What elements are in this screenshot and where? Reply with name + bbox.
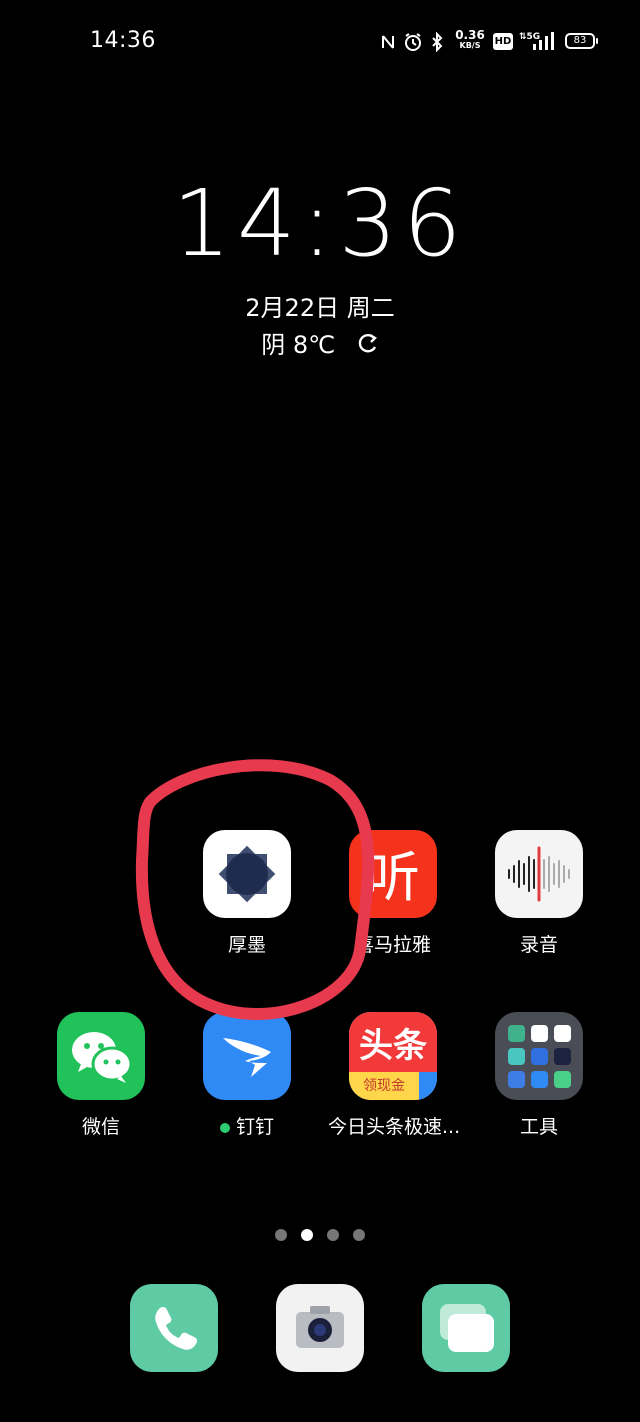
phone-icon[interactable] xyxy=(130,1284,218,1372)
ximalaya-app-icon[interactable]: 听 xyxy=(349,830,437,918)
status-time: 14:36 xyxy=(90,28,156,53)
svg-text:⇅5G: ⇅5G xyxy=(519,32,540,42)
app-recorder[interactable]: 录音 xyxy=(474,830,604,957)
app-dingtalk[interactable]: 钉钉 xyxy=(182,1012,312,1139)
nfc-icon xyxy=(380,31,396,53)
update-dot xyxy=(219,1122,230,1133)
app-label: 微信 xyxy=(81,1116,120,1138)
hd-badge: HD xyxy=(493,33,513,50)
weather-text: 阴 8℃ xyxy=(261,331,336,359)
bluetooth-icon xyxy=(430,31,444,53)
page-dot[interactable] xyxy=(353,1229,365,1241)
camera-icon[interactable] xyxy=(276,1284,364,1372)
refresh-icon[interactable] xyxy=(357,332,379,360)
app-label: 厚墨 xyxy=(227,934,266,956)
app-wechat[interactable]: 微信 xyxy=(36,1012,166,1139)
svg-text:听: 听 xyxy=(366,846,420,909)
app-tools-folder[interactable]: 工具 xyxy=(474,1012,604,1139)
signal-5g-icon: ⇅5G xyxy=(519,30,557,52)
app-label: 工具 xyxy=(519,1116,558,1138)
clock-widget-time[interactable]: 14:36 xyxy=(0,170,640,277)
lightning-icon xyxy=(419,1072,437,1100)
page-dot[interactable] xyxy=(327,1229,339,1241)
app-label: 喜马拉雅 xyxy=(354,934,431,956)
app-toutiao[interactable]: 头条 领现金 今日头条极速... xyxy=(328,1012,461,1139)
page-dot[interactable] xyxy=(275,1229,287,1241)
network-speed: 0.36 KB/S xyxy=(454,28,486,51)
app-label-text: 钉钉 xyxy=(235,1116,274,1138)
alarm-icon xyxy=(403,31,423,53)
net-speed-value: 0.36 xyxy=(455,28,485,42)
messages-icon[interactable] xyxy=(422,1284,510,1372)
app-label: 钉钉 xyxy=(182,1112,312,1139)
toutiao-app-icon[interactable]: 头条 领现金 xyxy=(349,1012,437,1100)
toutiao-logo-text: 头条 xyxy=(349,1012,437,1072)
weather-widget[interactable]: 阴 8℃ xyxy=(0,325,640,360)
app-label: 录音 xyxy=(519,934,558,956)
tools-folder-icon[interactable] xyxy=(495,1012,583,1100)
app-ximalaya[interactable]: 听 喜马拉雅 xyxy=(328,830,458,957)
wechat-app-icon[interactable] xyxy=(57,1012,145,1100)
recorder-app-icon[interactable] xyxy=(495,830,583,918)
app-houmo[interactable]: 厚墨 xyxy=(182,830,312,957)
clock-widget-date[interactable]: 2月22日 周二 xyxy=(0,288,640,323)
toutiao-badge-text: 领现金 xyxy=(349,1072,419,1100)
page-dot-active[interactable] xyxy=(301,1229,313,1241)
houmo-app-icon[interactable] xyxy=(203,830,291,918)
net-speed-unit: KB/S xyxy=(459,41,481,50)
dingtalk-app-icon[interactable] xyxy=(203,1012,291,1100)
battery-indicator: 83 xyxy=(565,33,598,49)
page-indicator[interactable] xyxy=(0,1229,640,1241)
app-label: 今日头条极速... xyxy=(328,1116,461,1138)
